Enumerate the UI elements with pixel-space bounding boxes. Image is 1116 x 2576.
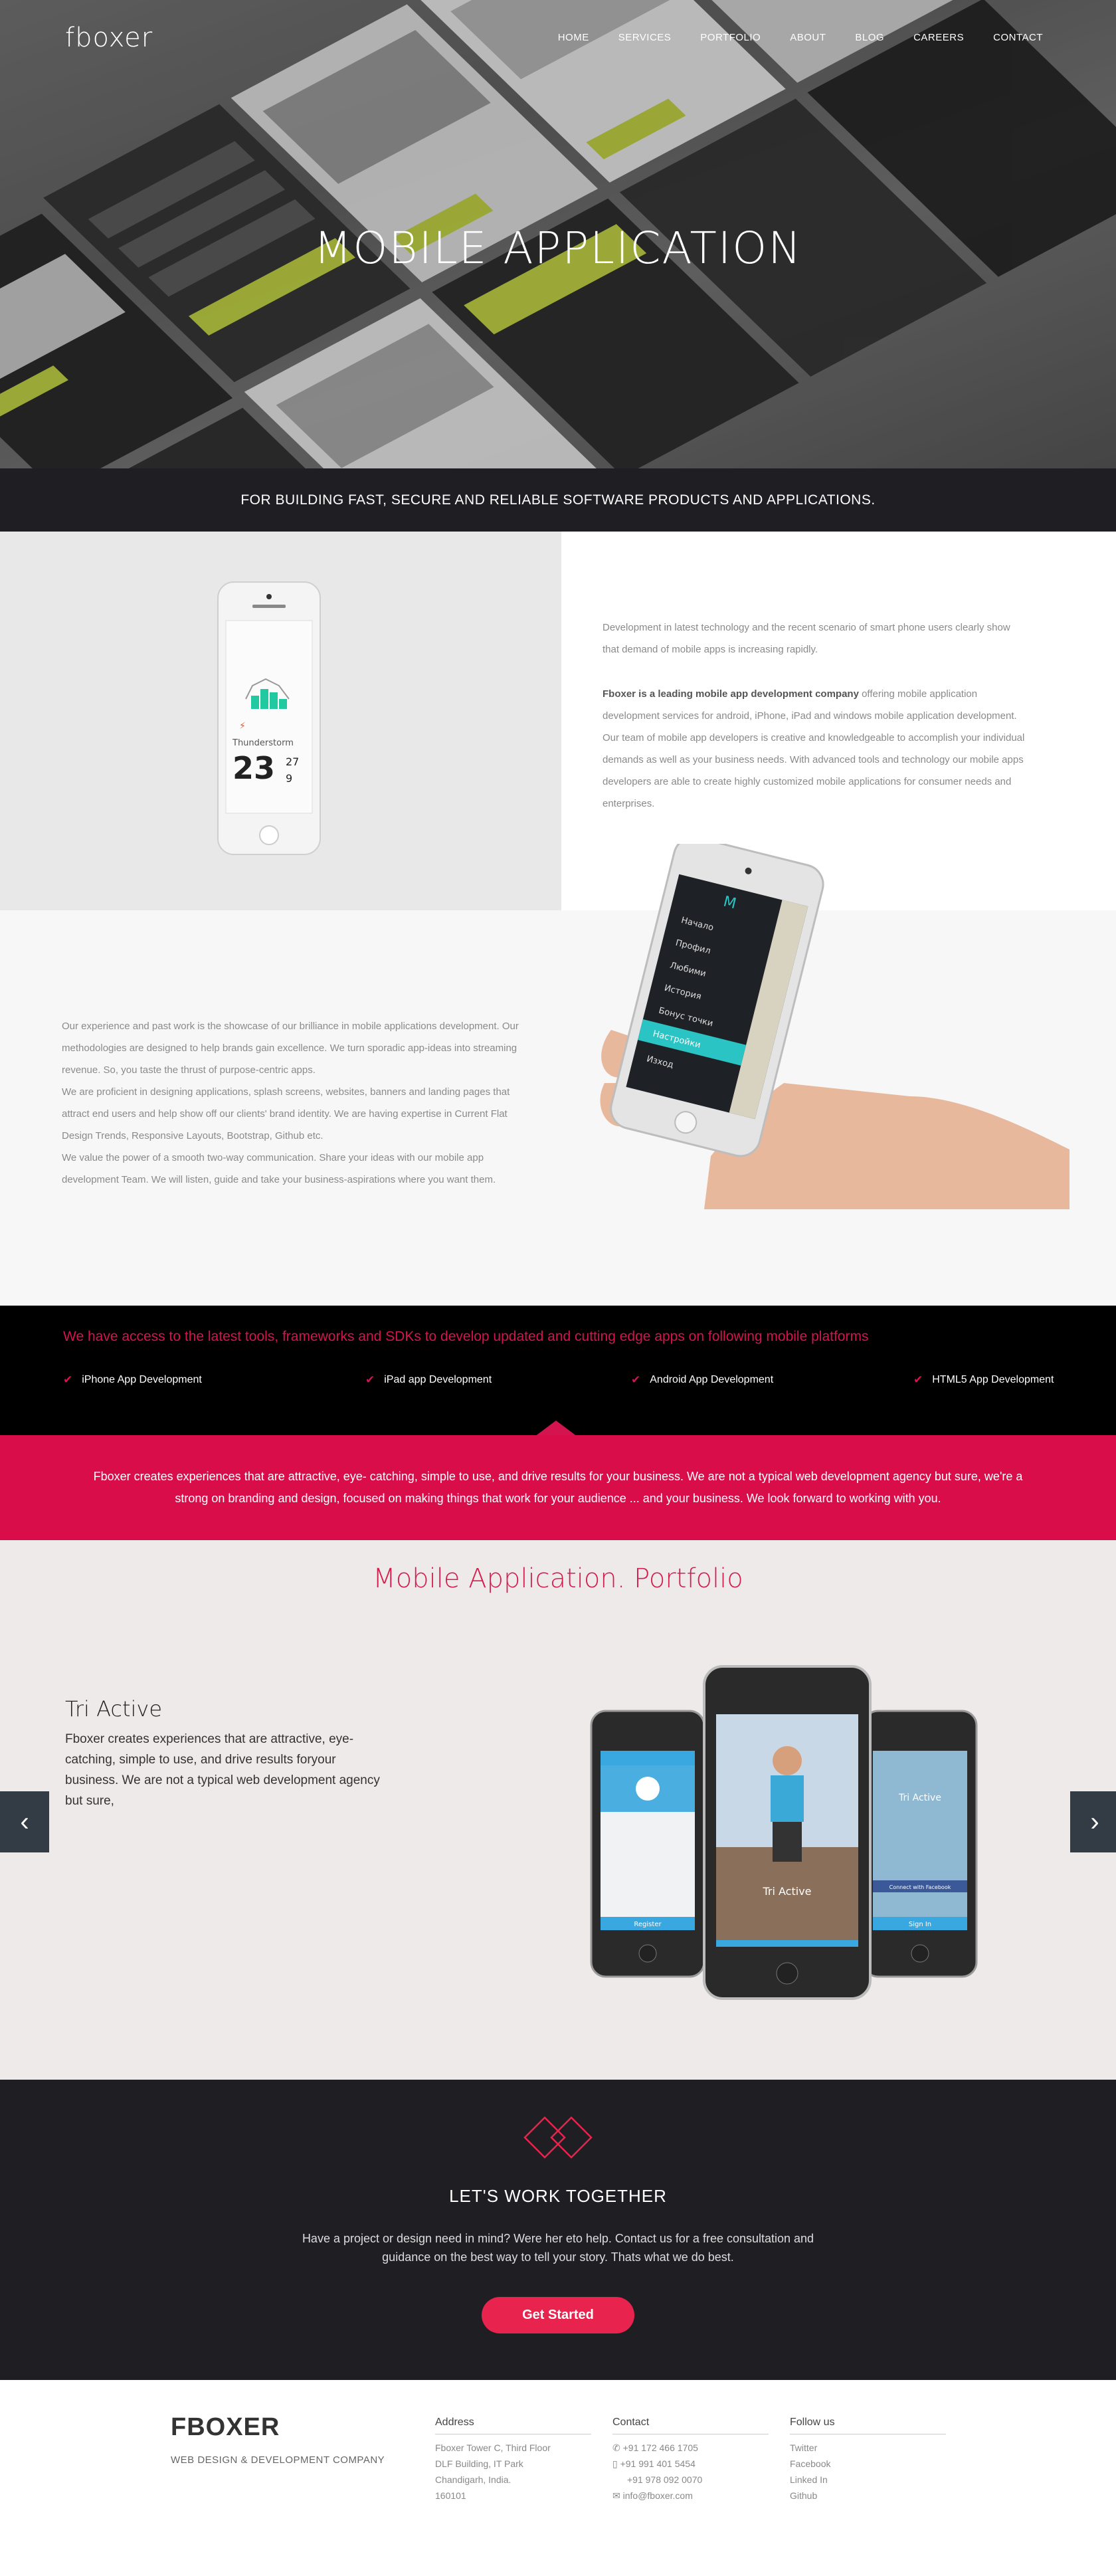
experience-para-1: Our experience and past work is the show… — [62, 1021, 519, 1076]
chevron-left-icon: ‹ — [20, 1807, 29, 1836]
experience-para-2: We are proficient in designing applicati… — [62, 1086, 510, 1141]
tagline-bar: FOR BUILDING FAST, SECURE AND RELIABLE S… — [0, 468, 1116, 532]
check-icon: ✔ — [63, 1373, 73, 1386]
hero-section: fboxer HOME SERVICES PORTFOLIO ABOUT BLO… — [0, 0, 1116, 468]
platform-android: ✔ Android App Development — [631, 1373, 773, 1387]
cta-section: LET'S WORK TOGETHER Have a project or de… — [0, 2080, 1116, 2380]
sign-in-label: Sign In — [909, 1921, 931, 1928]
contact-mobile: +91 991 401 5454 — [620, 2458, 696, 2469]
linkedin-link[interactable]: Linked In — [790, 2472, 946, 2488]
nav-blog[interactable]: BLOG — [855, 32, 884, 43]
mission-text: Fboxer creates experiences that are attr… — [93, 1470, 1023, 1505]
address-line: DLF Building, IT Park — [435, 2458, 523, 2469]
slide-description: Fboxer creates experiences that are attr… — [65, 1732, 380, 1808]
nav-portfolio[interactable]: PORTFOLIO — [700, 32, 761, 43]
weather-lo: 9 — [286, 772, 292, 785]
twitter-link[interactable]: Twitter — [790, 2440, 946, 2456]
chevron-right-icon: › — [1090, 1807, 1099, 1836]
experience-para-3: We value the power of a smooth two-way c… — [62, 1152, 496, 1185]
company-description: offering mobile application development … — [603, 688, 1025, 809]
nav-home[interactable]: HOME — [558, 32, 589, 43]
github-link[interactable]: Github — [790, 2488, 946, 2504]
weather-temp: 23 — [232, 750, 275, 786]
hand-holding-phone-image: M Начало Профил Любими История Бонус точ… — [600, 844, 1070, 1209]
tagline-text: FOR BUILDING FAST, SECURE AND RELIABLE S… — [240, 492, 876, 508]
check-icon: ✔ — [631, 1373, 641, 1386]
white-iphone-image: ⚡ Thunderstorm 23 27 9 — [217, 581, 321, 855]
address-line: Fboxer Tower C, Third Floor — [435, 2442, 551, 2453]
section-pointer — [535, 1421, 577, 1437]
cta-title: LET'S WORK TOGETHER — [449, 2186, 667, 2206]
phone-app-name-right: Tri Active — [898, 1793, 941, 1803]
mail-icon: ✉ — [612, 2490, 623, 2501]
platform-ipad: ✔ iPad app Development — [365, 1373, 492, 1387]
footer-brand: FBOXER — [171, 2413, 280, 2441]
address-line: Chandigarh, India. — [435, 2474, 512, 2485]
address-heading: Address — [435, 2417, 591, 2434]
footer-subtitle: WEB DESIGN & DEVELOPMENT COMPANY — [171, 2454, 385, 2466]
cta-description: Have a project or design need in mind? W… — [302, 2232, 814, 2264]
portfolio-title: Mobile Application. Portfolio — [373, 1563, 743, 1594]
contact-email[interactable]: info@fboxer.com — [623, 2490, 693, 2501]
weather-label: Thunderstorm — [232, 738, 294, 748]
address-line: 160101 — [435, 2490, 466, 2501]
mobile-icon: ▯ — [612, 2458, 620, 2469]
slider-prev-button[interactable]: ‹ — [0, 1791, 49, 1852]
contact-mobile-2: +91 978 092 0070 — [627, 2474, 703, 2485]
main-nav: HOME SERVICES PORTFOLIO ABOUT BLOG CAREE… — [558, 32, 1043, 43]
platform-label: Android App Development — [650, 1374, 774, 1385]
diamond-logo-icon — [523, 2116, 593, 2159]
check-icon: ✔ — [913, 1373, 923, 1386]
mission-banner: Fboxer creates experiences that are attr… — [0, 1435, 1116, 1540]
contact-phone: +91 172 466 1705 — [622, 2442, 698, 2453]
hero-title: MOBILE APPLICATION — [314, 223, 802, 274]
svg-text:⚡: ⚡ — [239, 721, 246, 732]
check-icon: ✔ — [365, 1373, 375, 1386]
slide-title: Tri Active — [65, 1696, 163, 1722]
slider-next-button[interactable]: › — [1070, 1791, 1116, 1852]
facebook-label: Connect with Facebook — [889, 1884, 951, 1890]
platforms-section: We have access to the latest tools, fram… — [0, 1306, 1116, 1435]
platform-label: HTML5 App Development — [932, 1374, 1054, 1385]
phone-app-name-center: Tri Active — [762, 1885, 811, 1898]
contact-heading: Contact — [612, 2417, 769, 2434]
follow-heading: Follow us — [790, 2417, 946, 2434]
get-started-button[interactable]: Get Started — [482, 2297, 634, 2333]
company-highlight: Fboxer is a leading mobile app developme… — [603, 688, 859, 700]
logo[interactable]: fboxer — [65, 23, 153, 53]
nav-services[interactable]: SERVICES — [618, 32, 672, 43]
facebook-link[interactable]: Facebook — [790, 2456, 946, 2472]
portfolio-phones-image: Register Tri Active Connect with Faceboo… — [590, 1665, 978, 2000]
platform-html5: ✔ HTML5 App Development — [913, 1373, 1054, 1387]
platforms-heading: We have access to the latest tools, fram… — [63, 1329, 869, 1344]
footer: FBOXER WEB DESIGN & DEVELOPMENT COMPANY … — [0, 2380, 1116, 2576]
about-company-paragraph: Fboxer is a leading mobile app developme… — [603, 683, 1028, 815]
about-intro: Development in latest technology and the… — [603, 622, 1010, 655]
nav-careers[interactable]: CAREERS — [913, 32, 964, 43]
platform-label: iPad app Development — [384, 1374, 492, 1385]
nav-contact[interactable]: CONTACT — [993, 32, 1043, 43]
register-label: Register — [634, 1921, 662, 1928]
nav-about[interactable]: ABOUT — [790, 32, 826, 43]
weather-hi: 27 — [286, 755, 299, 768]
footer-social: Follow us Twitter Facebook Linked In Git… — [790, 2417, 946, 2504]
phone-icon: ✆ — [612, 2442, 623, 2453]
footer-contact: Contact ✆ +91 172 466 1705 ▯ +91 991 401… — [612, 2417, 769, 2504]
platform-label: iPhone App Development — [82, 1374, 202, 1385]
footer-address: Address Fboxer Tower C, Third Floor DLF … — [435, 2417, 591, 2504]
experience-text: Our experience and past work is the show… — [62, 1015, 530, 1191]
platform-iphone: ✔ iPhone App Development — [63, 1373, 202, 1387]
